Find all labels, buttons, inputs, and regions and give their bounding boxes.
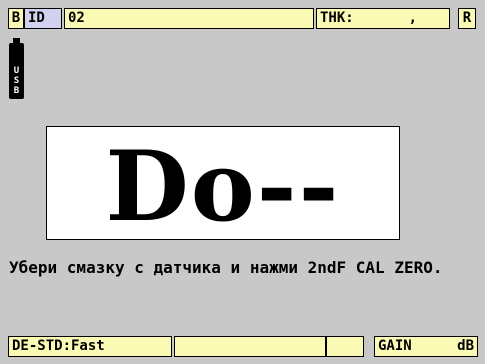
id-value: 02 (64, 8, 314, 29)
usb-letter: U (13, 66, 20, 76)
empty-field-2 (326, 336, 364, 357)
measurement-value: Do-- (105, 130, 341, 243)
usb-icon: U S B (9, 38, 24, 99)
id-label[interactable]: ID (24, 8, 62, 29)
measurement-display: Do-- (46, 126, 400, 240)
bottom-status-bar: DE-STD:Fast GAIN dB (8, 336, 478, 357)
status-bar: B ID 02 THK: , R (8, 8, 478, 29)
r-indicator-icon: R (458, 8, 476, 29)
gain-label: GAIN (378, 338, 412, 354)
instruction-message: Убери смазку с датчика и нажми 2ndF CAL … (9, 258, 443, 277)
b-indicator-icon: B (8, 8, 24, 29)
empty-field-1 (174, 336, 326, 357)
thickness-value: , (408, 10, 418, 26)
usb-letter: S (13, 76, 20, 86)
mode-indicator[interactable]: DE-STD:Fast (8, 336, 172, 357)
gain-field[interactable]: GAIN dB (374, 336, 478, 357)
thickness-field: THK: , (316, 8, 450, 29)
gain-unit: dB (457, 338, 474, 354)
thickness-label: THK: (320, 10, 354, 26)
usb-letter: B (13, 86, 20, 96)
